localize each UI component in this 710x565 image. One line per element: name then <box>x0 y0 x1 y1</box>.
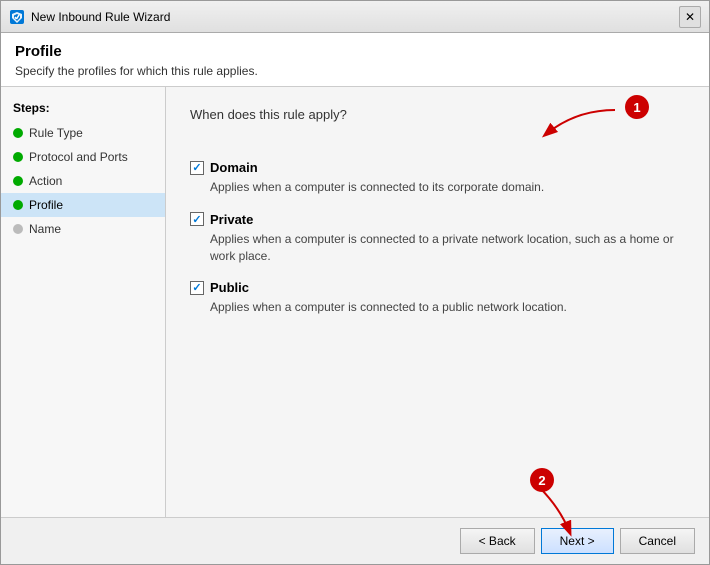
option-label-private: Private <box>210 212 253 227</box>
step-dot-name <box>13 224 23 234</box>
title-bar: New Inbound Rule Wizard ✕ <box>1 1 709 33</box>
cancel-button[interactable]: Cancel <box>620 528 695 554</box>
wizard-icon <box>9 9 25 25</box>
option-desc-domain: Applies when a computer is connected to … <box>190 179 685 196</box>
option-label-domain: Domain <box>210 160 258 175</box>
sidebar: Steps: Rule Type Protocol and Ports Acti… <box>1 87 166 517</box>
sidebar-item-action[interactable]: Action <box>1 169 165 193</box>
options-container: Domain Applies when a computer is connec… <box>190 160 685 316</box>
annotation-1: 1 <box>625 95 649 119</box>
option-domain: Domain Applies when a computer is connec… <box>190 160 685 196</box>
annotation-circle-1: 1 <box>625 95 649 119</box>
option-public: Public Applies when a computer is connec… <box>190 280 685 316</box>
sidebar-item-profile[interactable]: Profile <box>1 193 165 217</box>
steps-label: Steps: <box>1 97 165 121</box>
sidebar-item-rule-type[interactable]: Rule Type <box>1 121 165 145</box>
step-dot-profile <box>13 200 23 210</box>
close-button[interactable]: ✕ <box>679 6 701 28</box>
content-area: Steps: Rule Type Protocol and Ports Acti… <box>1 87 709 517</box>
page-subtitle: Specify the profiles for which this rule… <box>15 64 695 78</box>
checkbox-private[interactable] <box>190 212 204 226</box>
page-title: Profile <box>15 43 695 60</box>
header-area: Profile Specify the profiles for which t… <box>1 33 709 87</box>
step-dot-protocol-ports <box>13 152 23 162</box>
footer-area: 2 < Back Next > Cancel <box>1 517 709 564</box>
option-label-public: Public <box>210 280 249 295</box>
sidebar-label-rule-type: Rule Type <box>29 126 83 140</box>
main-panel: 1 When does this rule apply? <box>166 87 709 517</box>
option-desc-public: Applies when a computer is connected to … <box>190 299 685 316</box>
annotation-arrow-1 <box>535 105 625 145</box>
option-desc-private: Applies when a computer is connected to … <box>190 231 685 265</box>
step-dot-action <box>13 176 23 186</box>
sidebar-label-protocol-ports: Protocol and Ports <box>29 150 128 164</box>
sidebar-item-protocol-ports[interactable]: Protocol and Ports <box>1 145 165 169</box>
wizard-window: New Inbound Rule Wizard ✕ Profile Specif… <box>0 0 710 565</box>
sidebar-label-profile: Profile <box>29 198 63 212</box>
checkbox-domain[interactable] <box>190 161 204 175</box>
checkbox-public[interactable] <box>190 281 204 295</box>
annotation-arrow-2 <box>510 488 590 538</box>
option-private: Private Applies when a computer is conne… <box>190 212 685 265</box>
annotation-2: 2 <box>530 468 554 492</box>
sidebar-label-name: Name <box>29 222 61 236</box>
step-dot-rule-type <box>13 128 23 138</box>
sidebar-item-name[interactable]: Name <box>1 217 165 241</box>
window-title: New Inbound Rule Wizard <box>31 10 170 24</box>
sidebar-label-action: Action <box>29 174 62 188</box>
section-question: When does this rule apply? <box>190 107 347 122</box>
